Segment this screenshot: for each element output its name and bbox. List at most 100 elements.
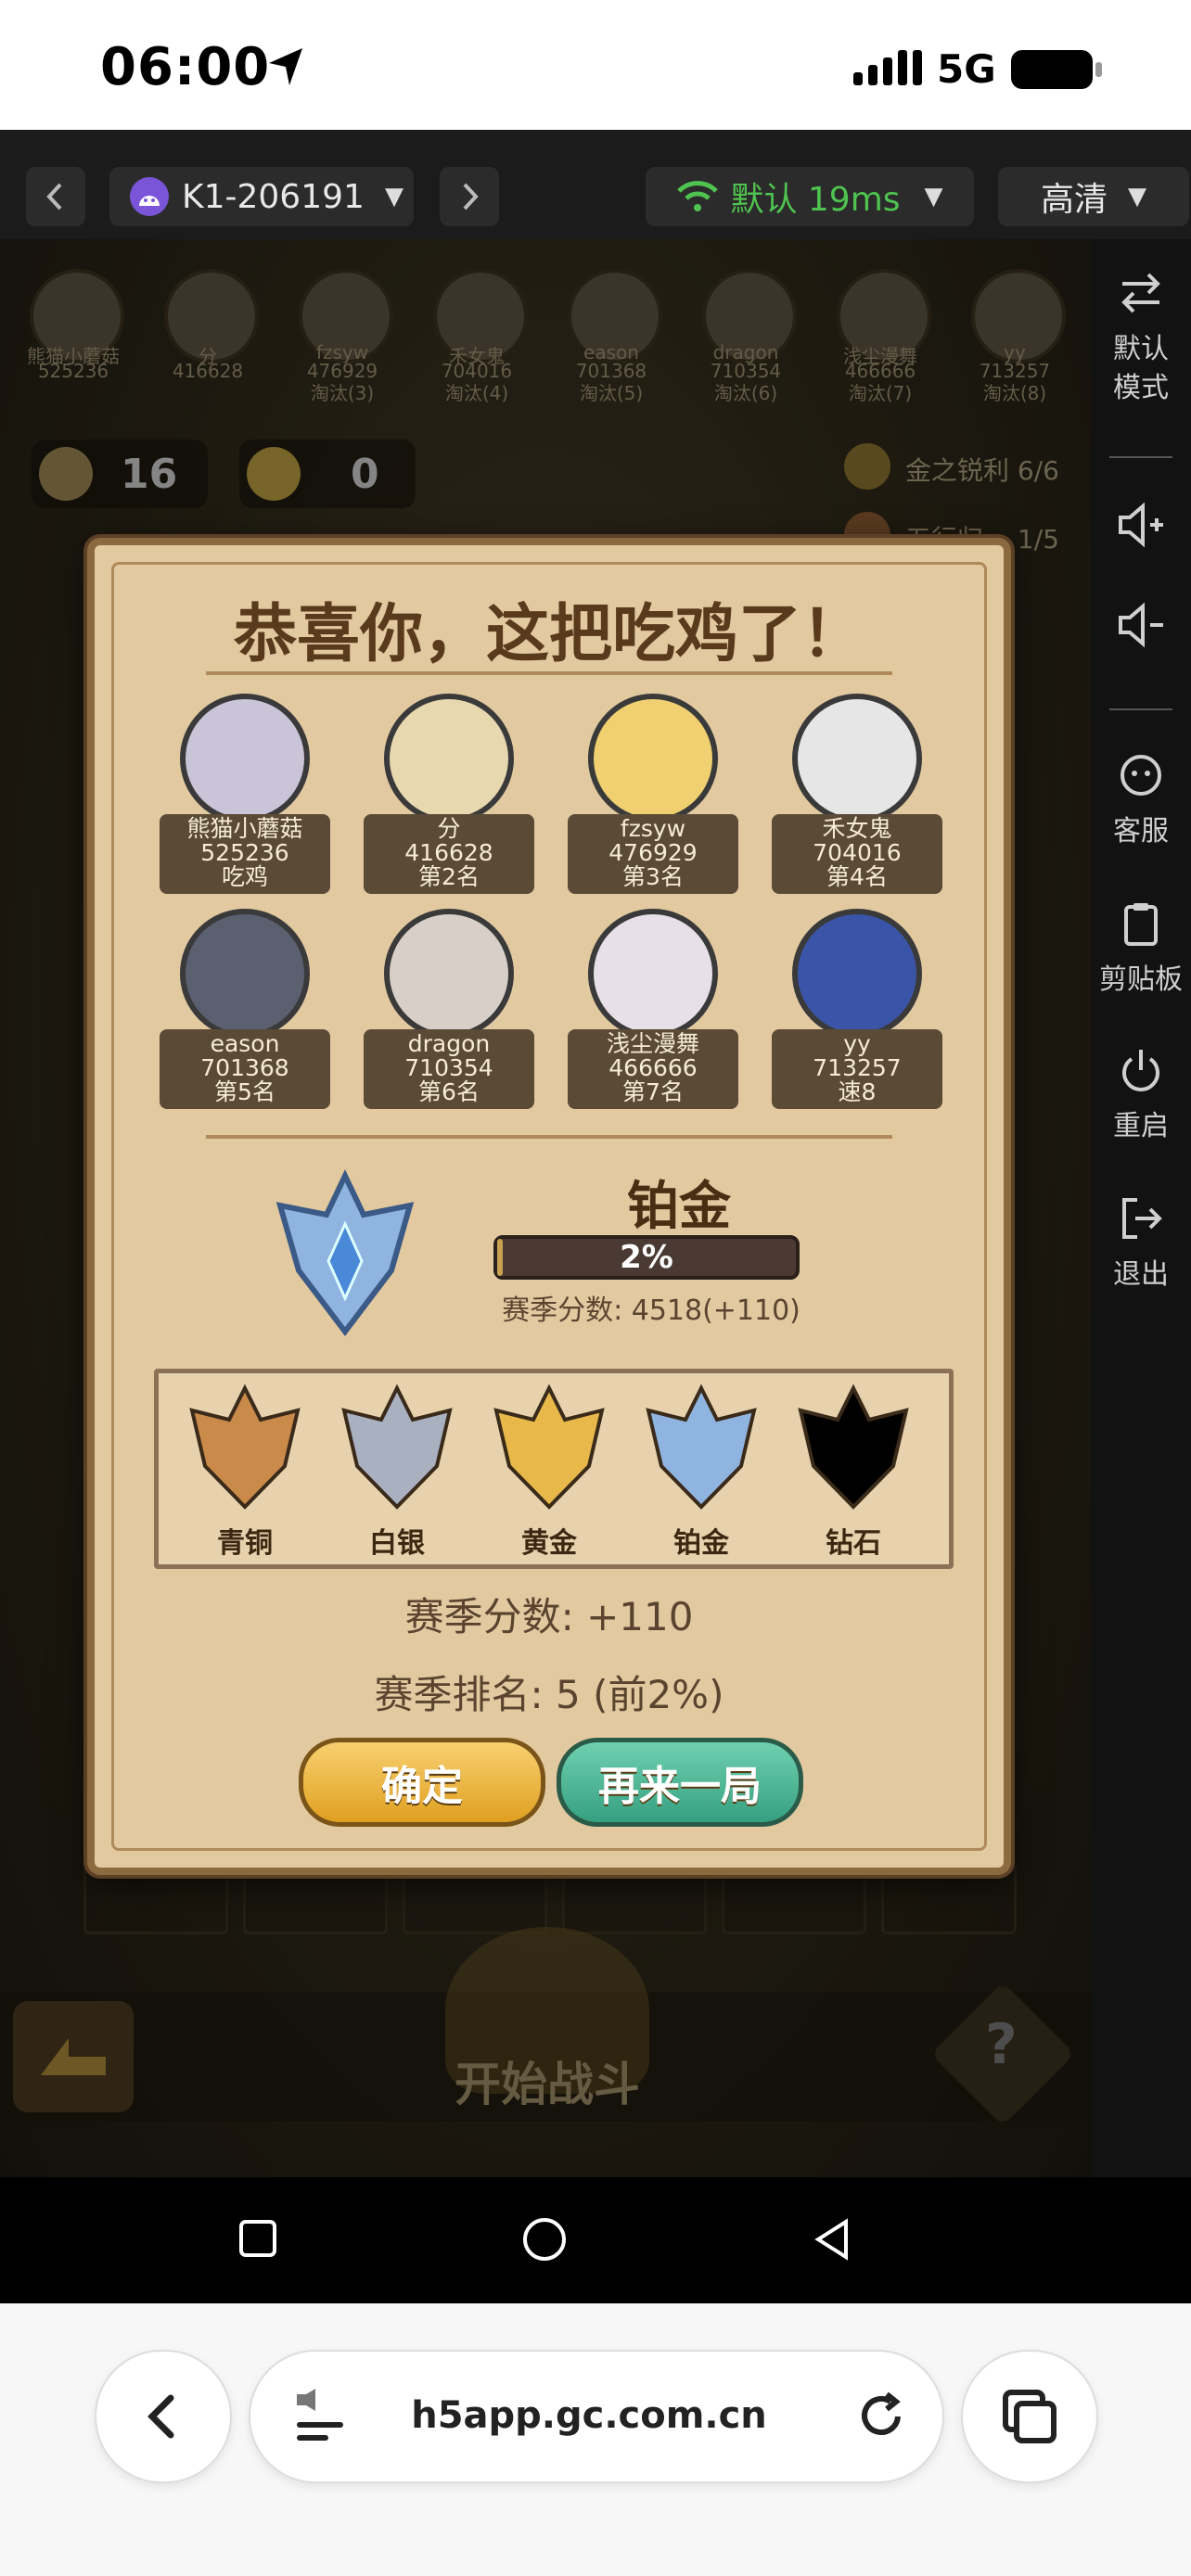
player-label-plate: 分 416628 第2名 <box>364 814 534 894</box>
avatar <box>792 909 922 1039</box>
support-button[interactable]: 客服 <box>1091 749 1191 851</box>
tabs-icon <box>1003 2390 1057 2443</box>
player-rank: 第7名 <box>622 1078 684 1105</box>
tabs-button[interactable] <box>961 2350 1098 2483</box>
rank-progress-label: 2% <box>620 1239 673 1276</box>
status-bar: 06:00 5G <box>0 0 1191 130</box>
tier-item: 铂金 <box>632 1383 771 1560</box>
volume-down-icon <box>1119 602 1163 648</box>
player-id: 476929 <box>608 839 698 866</box>
location-arrow-icon <box>269 48 302 85</box>
restart-label: 重启 <box>1113 1110 1169 1142</box>
android-icon <box>130 177 169 216</box>
avatar <box>588 694 718 823</box>
tier-label: 铂金 <box>673 1527 729 1560</box>
avatar <box>384 694 514 823</box>
player-name: 禾女鬼 <box>822 815 892 842</box>
browser-bar: h5app.gc.com.cn <box>0 2303 1191 2576</box>
player-card: 熊猫小蘑菇 525236 吃鸡 <box>160 694 330 907</box>
player-label-plate: 熊猫小蘑菇 525236 吃鸡 <box>160 814 330 894</box>
device-id: K1-206191 <box>182 177 365 216</box>
player-card: eason 701368 第5名 <box>160 909 330 1122</box>
quality-label: 高清 <box>1040 181 1108 219</box>
network-mode-selector[interactable]: 默认 19ms ▼ <box>646 167 974 226</box>
player-card: dragon 710354 第6名 <box>364 909 534 1122</box>
chevron-right-icon <box>463 183 479 210</box>
player-name: eason <box>210 1030 280 1057</box>
power-icon <box>1122 1050 1159 1091</box>
android-nav-bar <box>0 2177 1191 2303</box>
tier-item: 黄金 <box>480 1383 619 1560</box>
tier-label: 黄金 <box>521 1527 577 1560</box>
player-card: fzsyw 476929 第3名 <box>568 694 738 907</box>
caret-down-icon: ▼ <box>1128 183 1146 210</box>
confirm-button[interactable]: 确定 <box>299 1738 545 1827</box>
tier-label: 青铜 <box>217 1527 273 1560</box>
default-mode-button[interactable]: 默认 模式 <box>1091 267 1191 408</box>
player-name: 浅尘漫舞 <box>606 1030 699 1057</box>
exit-icon <box>1122 1198 1162 1239</box>
play-again-button-label: 再来一局 <box>598 1763 762 1810</box>
url-text: h5app.gc.com.cn <box>411 2394 767 2437</box>
browser-back-button[interactable] <box>95 2350 232 2483</box>
clipboard-button[interactable]: 剪贴板 <box>1091 898 1191 1000</box>
player-id: 710354 <box>404 1054 493 1081</box>
caret-down-icon: ▼ <box>384 183 403 210</box>
player-rank: 第6名 <box>418 1078 480 1105</box>
address-bar[interactable]: h5app.gc.com.cn <box>249 2350 944 2483</box>
avatar <box>180 909 310 1039</box>
reload-icon[interactable] <box>855 2391 907 2442</box>
exit-button[interactable]: 退出 <box>1091 1192 1191 1294</box>
support-icon <box>1121 755 1161 796</box>
player-label-plate: 浅尘漫舞 466666 第7名 <box>568 1029 738 1109</box>
player-label-plate: fzsyw 476929 第3名 <box>568 814 738 894</box>
player-card: 禾女鬼 704016 第4名 <box>772 694 942 907</box>
support-label: 客服 <box>1113 815 1169 848</box>
player-label-plate: yy 713257 速8 <box>772 1029 942 1109</box>
season-rank: 赛季排名: 5 (前2%) <box>374 1672 724 1717</box>
player-id: 416628 <box>404 839 493 866</box>
tier-badge-icon <box>189 1384 301 1510</box>
tier-label: 白银 <box>369 1527 425 1560</box>
next-device-button[interactable] <box>440 167 499 226</box>
avatar <box>384 909 514 1039</box>
dialog-title: 恭喜你，这把吃鸡了！ <box>233 598 864 671</box>
wifi-icon <box>677 181 719 211</box>
home-icon[interactable] <box>521 2216 568 2263</box>
battery-icon <box>1011 50 1102 89</box>
ornament-divider <box>206 1135 892 1139</box>
recents-icon[interactable] <box>237 2218 278 2259</box>
reader-audio-icon <box>297 2389 343 2441</box>
tier-item: 青铜 <box>175 1383 314 1560</box>
player-name: dragon <box>407 1030 491 1057</box>
divider <box>1109 456 1172 458</box>
volume-up-button[interactable] <box>1091 499 1191 562</box>
player-name: 分 <box>437 815 461 842</box>
confirm-button-label: 确定 <box>381 1763 463 1810</box>
side-panel: 默认 模式 客服 剪贴板 重启 退出 <box>1091 239 1191 2177</box>
tier-item: 白银 <box>327 1383 467 1560</box>
player-card: yy 713257 速8 <box>772 909 942 1122</box>
prev-device-button[interactable] <box>26 167 85 226</box>
play-again-button[interactable]: 再来一局 <box>557 1738 803 1827</box>
volume-up-icon <box>1119 502 1163 548</box>
swap-icon <box>1121 273 1160 313</box>
quality-selector[interactable]: 高清 ▼ <box>998 167 1189 226</box>
player-label-plate: eason 701368 第5名 <box>160 1029 330 1109</box>
tier-item: 钻石 <box>784 1383 923 1560</box>
player-label-plate: 禾女鬼 704016 第4名 <box>772 814 942 894</box>
back-triangle-icon[interactable] <box>811 2216 853 2263</box>
player-rank: 第4名 <box>826 863 888 890</box>
avatar <box>180 694 310 823</box>
default-mode-label: 默认 模式 <box>1113 333 1169 404</box>
player-rank: 吃鸡 <box>221 863 268 890</box>
player-id: 704016 <box>813 839 902 866</box>
restart-button[interactable]: 重启 <box>1091 1044 1191 1146</box>
player-rank: 第2名 <box>418 863 480 890</box>
volume-down-button[interactable] <box>1091 599 1191 662</box>
platinum-rank-badge <box>275 1169 415 1336</box>
clipboard-icon <box>1124 903 1158 946</box>
device-selector[interactable]: K1-206191 ▼ <box>109 167 414 226</box>
season-score-delta: 赛季分数: +110 <box>404 1594 694 1639</box>
player-label-plate: dragon 710354 第6名 <box>364 1029 534 1109</box>
